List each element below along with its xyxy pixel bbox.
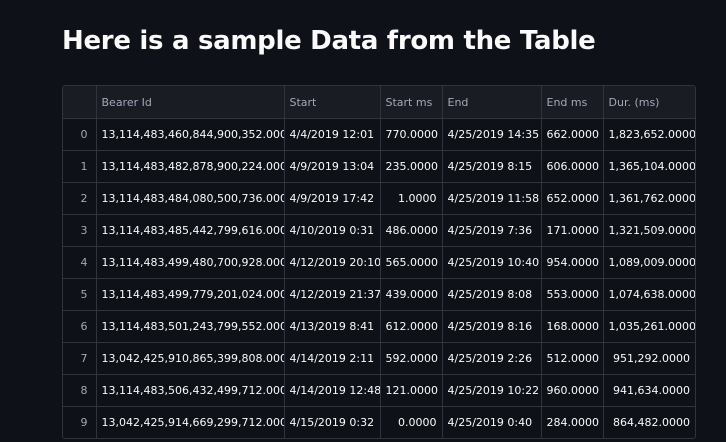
table-body: 0 13,114,483,460,844,900,352.0000 4/4/20… [63,118,695,439]
cell-bearer-id[interactable]: 13,042,425,910,865,399,808.0000 [96,342,285,375]
cell-duration[interactable]: 1,361,762.0000 [603,182,695,215]
cell-bearer-id[interactable]: 13,114,483,499,779,201,024.0000 [96,278,285,311]
header-duration[interactable]: Dur. (ms) [603,86,695,119]
cell-duration[interactable]: 1,321,509.0000 [603,214,695,247]
cell-duration[interactable]: 1,035,261.0000 [603,310,695,343]
row-index: 0 [63,118,97,151]
cell-start-ms[interactable]: 439.0000 [380,278,443,311]
cell-start-ms[interactable]: 592.0000 [380,342,443,375]
cell-duration[interactable]: 951,292.0000 [603,342,695,375]
cell-start-ms[interactable]: 486.0000 [380,214,443,247]
row-index: 3 [63,214,97,247]
cell-start-ms[interactable]: 121.0000 [380,374,443,407]
cell-start[interactable]: 4/12/2019 20:10 [284,246,381,279]
app-page: Here is a sample Data from the Table Bea… [0,0,726,442]
row-index: 8 [63,374,97,407]
cell-bearer-id[interactable]: 13,114,483,499,480,700,928.0000 [96,246,285,279]
cell-start-ms[interactable]: 1.0000 [380,182,443,215]
table-header: Bearer Id Start Start ms End End ms Dur.… [63,86,695,119]
table-row: 4 13,114,483,499,480,700,928.0000 4/12/2… [63,246,695,279]
cell-bearer-id[interactable]: 13,114,483,485,442,799,616.0000 [96,214,285,247]
table-row: 0 13,114,483,460,844,900,352.0000 4/4/20… [63,118,695,151]
row-index: 9 [63,406,97,438]
header-bearer-id[interactable]: Bearer Id [96,86,285,119]
cell-duration[interactable]: 941,634.0000 [603,374,695,407]
cell-end-ms[interactable]: 662.0000 [541,118,604,151]
cell-end-ms[interactable]: 960.0000 [541,374,604,407]
cell-end[interactable]: 4/25/2019 2:26 [442,342,542,375]
cell-start-ms[interactable]: 0.0000 [380,406,443,438]
data-table: Bearer Id Start Start ms End End ms Dur.… [63,86,695,438]
table-row: 1 13,114,483,482,878,900,224.0000 4/9/20… [63,150,695,183]
cell-duration[interactable]: 1,365,104.0000 [603,150,695,183]
cell-start[interactable]: 4/9/2019 17:42 [284,182,381,215]
table-row: 6 13,114,483,501,243,799,552.0000 4/13/2… [63,310,695,343]
cell-start-ms[interactable]: 565.0000 [380,246,443,279]
row-index: 1 [63,150,97,183]
cell-bearer-id[interactable]: 13,114,483,482,878,900,224.0000 [96,150,285,183]
cell-start[interactable]: 4/4/2019 12:01 [284,118,381,151]
header-index [63,86,97,119]
header-end-ms[interactable]: End ms [541,86,604,119]
table-row: 3 13,114,483,485,442,799,616.0000 4/10/2… [63,214,695,247]
cell-end[interactable]: 4/25/2019 8:08 [442,278,542,311]
cell-start[interactable]: 4/14/2019 12:48 [284,374,381,407]
row-index: 4 [63,246,97,279]
cell-end[interactable]: 4/25/2019 14:35 [442,118,542,151]
cell-bearer-id[interactable]: 13,114,483,484,080,500,736.0000 [96,182,285,215]
cell-start[interactable]: 4/15/2019 0:32 [284,406,381,438]
dataframe[interactable]: Bearer Id Start Start ms End End ms Dur.… [62,85,696,439]
cell-start-ms[interactable]: 770.0000 [380,118,443,151]
cell-start[interactable]: 4/10/2019 0:31 [284,214,381,247]
cell-start-ms[interactable]: 235.0000 [380,150,443,183]
cell-bearer-id[interactable]: 13,114,483,460,844,900,352.0000 [96,118,285,151]
page-title: Here is a sample Data from the Table [62,26,596,56]
cell-bearer-id[interactable]: 13,114,483,501,243,799,552.0000 [96,310,285,343]
cell-end[interactable]: 4/25/2019 8:16 [442,310,542,343]
table-row: 7 13,042,425,910,865,399,808.0000 4/14/2… [63,342,695,375]
cell-bearer-id[interactable]: 13,042,425,914,669,299,712.0000 [96,406,285,438]
table-row: 8 13,114,483,506,432,499,712.0000 4/14/2… [63,374,695,407]
cell-end-ms[interactable]: 284.0000 [541,406,604,438]
cell-end[interactable]: 4/25/2019 7:36 [442,214,542,247]
row-index: 2 [63,182,97,215]
cell-duration[interactable]: 1,823,652.0000 [603,118,695,151]
cell-end[interactable]: 4/25/2019 8:15 [442,150,542,183]
row-index: 5 [63,278,97,311]
cell-duration[interactable]: 864,482.0000 [603,407,695,439]
cell-end-ms[interactable]: 954.0000 [541,246,604,279]
cell-end-ms[interactable]: 168.0000 [541,310,604,343]
cell-start[interactable]: 4/12/2019 21:37 [284,278,381,311]
cell-start[interactable]: 4/9/2019 13:04 [284,150,381,183]
cell-bearer-id[interactable]: 13,114,483,506,432,499,712.0000 [96,374,285,407]
cell-end-ms[interactable]: 652.0000 [541,182,604,215]
cell-end-ms[interactable]: 553.0000 [541,278,604,311]
header-row: Bearer Id Start Start ms End End ms Dur.… [63,86,695,119]
cell-start[interactable]: 4/13/2019 8:41 [284,310,381,343]
cell-end-ms[interactable]: 606.0000 [541,150,604,183]
cell-end-ms[interactable]: 171.0000 [541,214,604,247]
table-row: 5 13,114,483,499,779,201,024.0000 4/12/2… [63,278,695,311]
cell-duration[interactable]: 1,089,009.0000 [603,246,695,279]
row-index: 6 [63,310,97,343]
header-start[interactable]: Start [284,86,381,119]
table-row: 2 13,114,483,484,080,500,736.0000 4/9/20… [63,182,695,215]
cell-end[interactable]: 4/25/2019 11:58 [442,182,542,215]
header-end[interactable]: End [442,86,542,119]
cell-end[interactable]: 4/25/2019 0:40 [442,406,542,438]
header-start-ms[interactable]: Start ms [380,86,443,119]
cell-end-ms[interactable]: 512.0000 [541,342,604,375]
cell-duration[interactable]: 1,074,638.0000 [603,278,695,311]
cell-end[interactable]: 4/25/2019 10:40 [442,246,542,279]
row-index: 7 [63,342,97,375]
cell-start[interactable]: 4/14/2019 2:11 [284,342,381,375]
cell-start-ms[interactable]: 612.0000 [380,310,443,343]
cell-end[interactable]: 4/25/2019 10:22 [442,374,542,407]
table-row: 9 13,042,425,914,669,299,712.0000 4/15/2… [63,406,695,439]
